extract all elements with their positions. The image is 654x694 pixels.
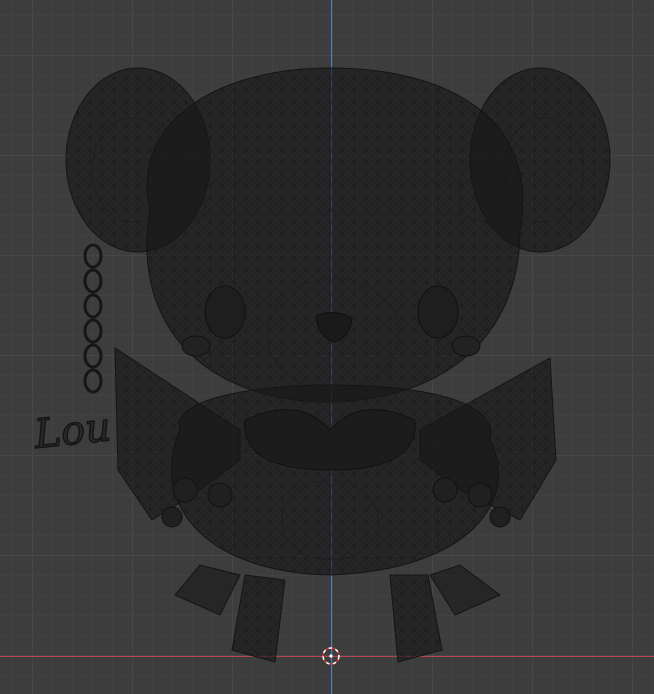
bear-wireframe-model[interactable]: Lou xyxy=(0,0,654,694)
charm-script-text: Lou xyxy=(31,404,113,458)
bear-body xyxy=(161,384,511,576)
bear-head xyxy=(146,67,524,403)
3d-cursor-icon[interactable] xyxy=(321,646,341,666)
3d-viewport[interactable]: Lou xyxy=(0,0,654,694)
bear-chain xyxy=(83,243,103,394)
